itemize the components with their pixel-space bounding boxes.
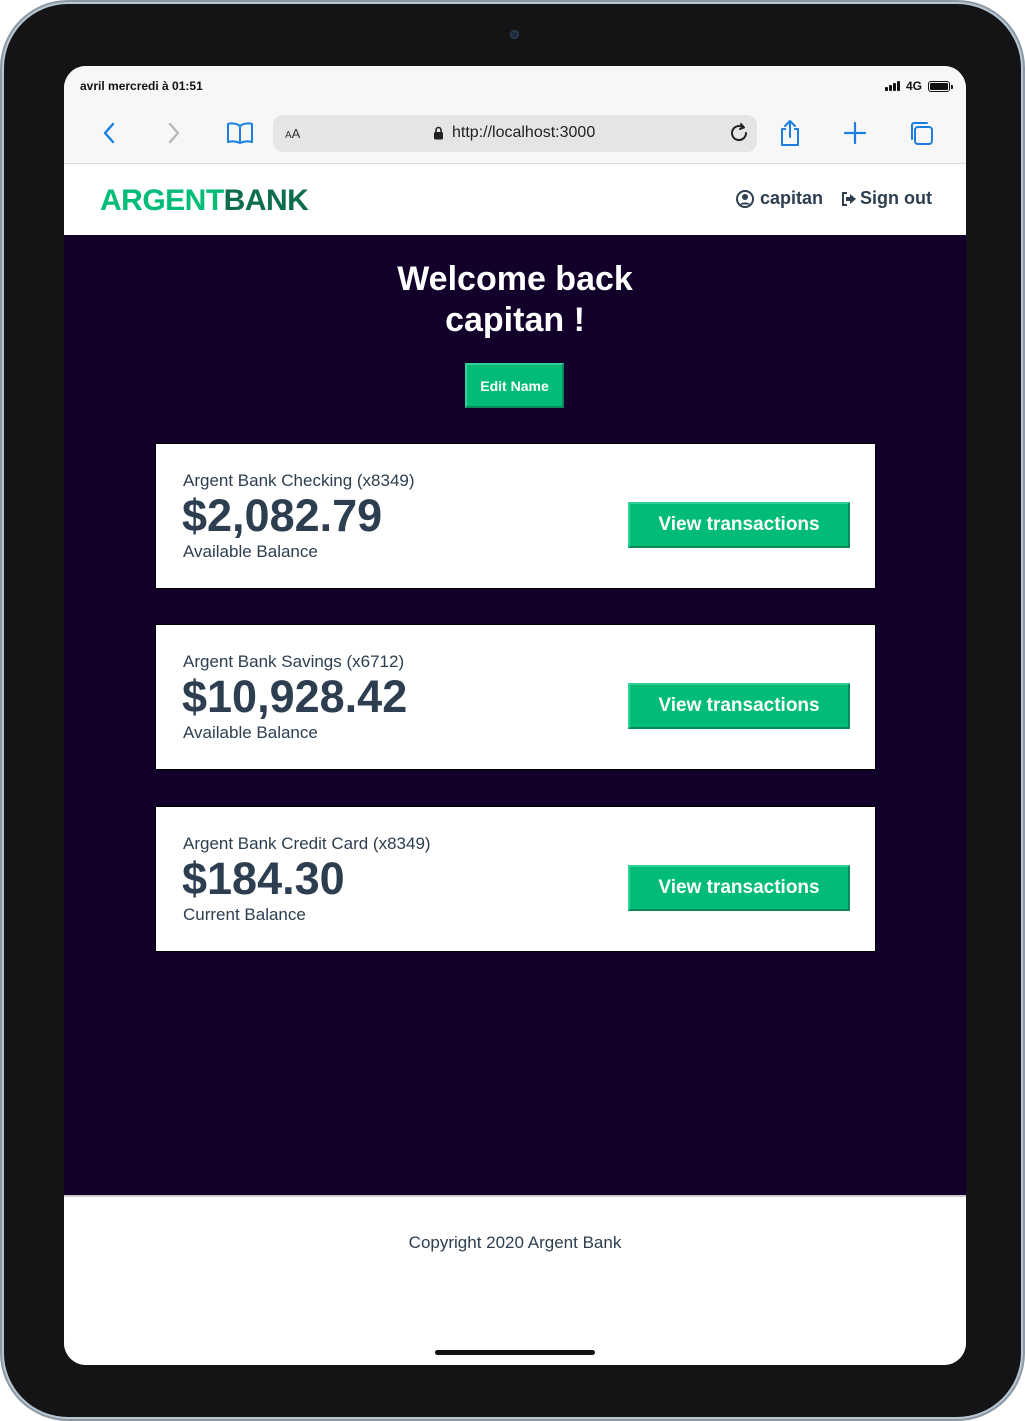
account-card-credit: Argent Bank Credit Card (x8349) $184.30 … (155, 806, 876, 952)
account-amount: $10,928.42 (182, 671, 408, 722)
reload-icon[interactable] (727, 121, 751, 145)
site-footer: Copyright 2020 Argent Bank (64, 1195, 966, 1365)
screen: avril mercredi à 01:51 4G AA http://loca… (64, 66, 966, 1365)
new-tab-icon[interactable] (840, 118, 870, 148)
account-amount: $184.30 (182, 853, 345, 904)
status-indicators: 4G (884, 79, 953, 93)
account-amount: $2,082.79 (182, 490, 383, 541)
home-indicator[interactable] (435, 1350, 595, 1355)
address-bar[interactable]: AA http://localhost:3000 (273, 115, 757, 152)
text-size-button[interactable]: AA (285, 126, 300, 141)
share-icon[interactable] (775, 118, 805, 148)
browser-toolbar: avril mercredi à 01:51 4G AA http://loca… (64, 66, 966, 164)
site-header: ARGENTBANK capitan Sign out (64, 164, 966, 235)
account-title: Argent Bank Checking (x8349) (183, 471, 415, 490)
account-card-savings: Argent Bank Savings (x6712) $10,928.42 A… (155, 624, 876, 770)
url-display[interactable]: http://localhost:3000 (433, 124, 595, 142)
user-circle-icon (736, 189, 754, 208)
edit-name-button[interactable]: Edit Name (465, 363, 564, 408)
battery-icon (928, 80, 953, 92)
tablet-frame: avril mercredi à 01:51 4G AA http://loca… (4, 4, 1021, 1417)
account-title: Argent Bank Credit Card (x8349) (183, 834, 431, 853)
welcome-heading: Welcome back capitan ! (397, 260, 633, 339)
sign-out-label: Sign out (860, 188, 932, 208)
account-card-checking: Argent Bank Checking (x8349) $2,082.79 A… (155, 443, 876, 589)
view-transactions-button[interactable]: View transactions (628, 683, 850, 729)
network-label: 4G (905, 79, 922, 93)
status-time: avril mercredi à 01:51 (80, 79, 203, 93)
forward-icon[interactable] (159, 118, 189, 148)
lock-icon (434, 126, 443, 140)
account-balance-label: Current Balance (183, 905, 306, 924)
view-transactions-button[interactable]: View transactions (628, 865, 850, 911)
signal-icon (884, 81, 900, 91)
nav-user-name: capitan (760, 188, 824, 208)
account-balance-label: Available Balance (183, 542, 318, 561)
sign-out-link[interactable]: Sign out (841, 188, 932, 209)
back-icon[interactable] (94, 118, 124, 148)
tabs-icon[interactable] (906, 118, 936, 148)
sign-out-icon (842, 191, 856, 206)
argent-bank-logo[interactable]: ARGENTBANK (100, 184, 309, 218)
main-content: Welcome back capitan ! Edit Name Argent … (64, 235, 966, 1195)
account-balance-label: Available Balance (183, 723, 318, 742)
front-camera (510, 30, 519, 39)
bookmarks-icon[interactable] (225, 118, 255, 148)
account-title: Argent Bank Savings (x6712) (183, 652, 405, 671)
url-text: http://localhost:3000 (452, 124, 596, 141)
copyright-text: Copyright 2020 Argent Bank (408, 1233, 622, 1252)
nav-user-profile[interactable]: capitan (736, 188, 823, 209)
view-transactions-button[interactable]: View transactions (628, 502, 850, 548)
